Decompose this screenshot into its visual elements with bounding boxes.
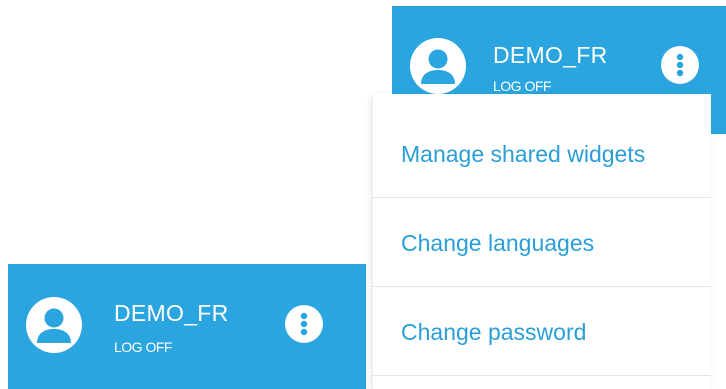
menu-item-change-password[interactable]: Change password [373, 288, 711, 376]
menu-item-manage-shared-widgets[interactable]: Manage shared widgets [373, 110, 711, 198]
more-vertical-icon[interactable] [661, 46, 699, 84]
user-icon[interactable] [410, 38, 466, 94]
user-header-bottom: DEMO_FR LOG OFF [8, 264, 366, 389]
logoff-link[interactable]: LOG OFF [493, 78, 551, 94]
user-icon[interactable] [26, 297, 82, 353]
menu-item-label: Change password [401, 319, 587, 345]
username: DEMO_FR [493, 42, 608, 68]
more-vertical-icon[interactable] [285, 305, 323, 343]
screenshot-stage: DEMO_FR LOG OFF Manage shared widgets Ch… [0, 0, 726, 389]
logoff-link[interactable]: LOG OFF [114, 339, 172, 355]
menu-item-label: Change languages [401, 230, 595, 256]
menu-item-change-languages[interactable]: Change languages [373, 199, 711, 287]
username: DEMO_FR [114, 300, 229, 326]
user-dropdown-menu: Manage shared widgets Change languages C… [373, 94, 711, 389]
menu-item-label: Manage shared widgets [401, 141, 646, 167]
